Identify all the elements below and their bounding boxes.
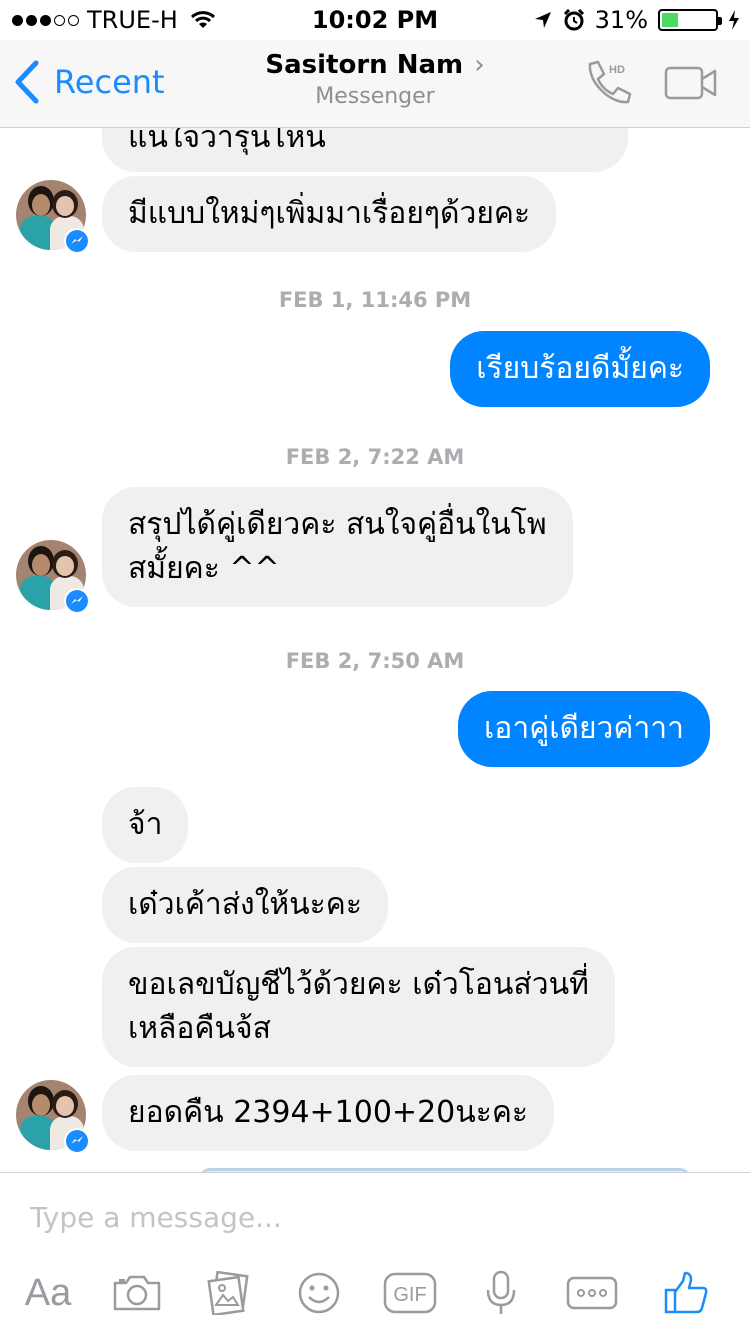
message-text: จ้า (128, 807, 163, 842)
svg-text:GIF: GIF (393, 1284, 426, 1306)
incoming-message[interactable]: มีแบบใหม่ๆเพิ่มมาเรื่อยๆด้วยคะ (102, 176, 557, 252)
composer-toolbar: Aa GIF (0, 1265, 750, 1325)
video-camera-icon (664, 66, 717, 100)
incoming-message[interactable]: สรุปได้คู่เดียวคะ สนใจคู่อื่นในโพ สมั้ยค… (102, 487, 573, 607)
message-text: เด๋วเค้าส่งให้นะคะ (128, 887, 362, 922)
more-button[interactable] (566, 1265, 618, 1321)
camera-icon (113, 1275, 161, 1311)
microphone-icon (486, 1270, 516, 1314)
incoming-message[interactable]: ยอดคืน 2394+100+20นะคะ (102, 1075, 555, 1151)
incoming-message[interactable]: จ้า (102, 787, 189, 863)
message-list[interactable]: แน่ใจว่ารุ่นไหน มีแบบใหม่ๆเพิ่มมาเรื่อยๆ… (0, 128, 750, 1172)
timestamp: FEB 2, 7:50 AM (285, 649, 465, 673)
photo-gallery-icon (207, 1271, 249, 1315)
message-text: ขอเลขบัญชีไว้ด้วยคะ เด๋วโอนส่วนที่ (128, 967, 589, 1002)
message-text: เหลือคืนจ้ส (128, 1011, 271, 1046)
contact-name: Sasitorn Nam (265, 50, 464, 80)
location-icon (534, 12, 551, 28)
timestamp: FEB 1, 11:46 PM (278, 288, 472, 312)
incoming-message[interactable]: เด๋วเค้าส่งให้นะคะ (102, 867, 388, 943)
status-bar: TRUE-H 10:02 PM 31% (0, 0, 750, 40)
text-format-button[interactable]: Aa (18, 1265, 78, 1321)
message-text: สรุปได้คู่เดียวคะ สนใจคู่อื่นในโพ (128, 507, 547, 542)
contact-title[interactable]: Sasitorn Nam › Messenger (0, 50, 750, 109)
message-input[interactable] (20, 1189, 740, 1245)
svg-text:HD: HD (609, 64, 625, 76)
message-text: เรียบร้อยดีมั้ยคะ (476, 351, 684, 386)
video-call-button[interactable] (664, 66, 718, 104)
contact-avatar[interactable] (16, 180, 90, 254)
gallery-button[interactable] (204, 1265, 254, 1321)
chevron-right-icon: › (474, 50, 485, 80)
message-text: ยอดคืน 2394+100+20นะคะ (128, 1095, 529, 1130)
sticker-button[interactable] (296, 1265, 342, 1321)
message-text: เอาคู่เดียวค่าาา (484, 711, 684, 746)
composer: Aa (0, 1172, 750, 1334)
outgoing-message[interactable]: เรียบร้อยดีมั้ยคะ (450, 331, 710, 407)
call-button[interactable]: HD (582, 58, 634, 114)
camera-button[interactable] (110, 1265, 164, 1321)
more-icon (566, 1276, 618, 1310)
status-right: 31% (533, 6, 740, 34)
conversation-header: Recent Sasitorn Nam › Messenger HD (0, 40, 750, 128)
alarm-icon (563, 9, 584, 31)
like-button[interactable] (662, 1265, 710, 1321)
gif-button[interactable]: GIF (383, 1265, 437, 1321)
contact-avatar[interactable] (16, 540, 90, 614)
message-text: แน่ใจว่ารุ่นไหน (128, 128, 326, 155)
messenger-badge-icon (64, 228, 90, 254)
voice-button[interactable] (484, 1265, 518, 1321)
charging-bolt-icon (729, 10, 739, 30)
message-text: มีแบบใหม่ๆเพิ่มมาเรื่อยๆด้วยคะ (128, 196, 531, 231)
like-icon (664, 1271, 708, 1314)
outgoing-message[interactable]: เอาคู่เดียวค่าาา (458, 691, 710, 767)
phone-hd-icon: HD (588, 60, 632, 104)
messenger-badge-icon (64, 1128, 90, 1154)
contact-subtitle: Messenger (315, 84, 435, 109)
messenger-badge-icon (64, 588, 90, 614)
smiley-icon (298, 1272, 340, 1314)
contact-avatar[interactable] (16, 1080, 90, 1154)
message-text: สมั้ยคะ ^^ (128, 551, 280, 586)
gif-icon: GIF (383, 1272, 437, 1314)
battery-percent: 31% (594, 6, 648, 34)
battery-icon (658, 9, 722, 31)
timestamp: FEB 2, 7:22 AM (285, 445, 465, 469)
incoming-message[interactable]: ขอเลขบัญชีไว้ด้วยคะ เด๋วโอนส่วนที่ เหลือ… (102, 947, 615, 1067)
incoming-message[interactable]: แน่ใจว่ารุ่นไหน (102, 128, 628, 172)
aa-label: Aa (24, 1271, 72, 1314)
